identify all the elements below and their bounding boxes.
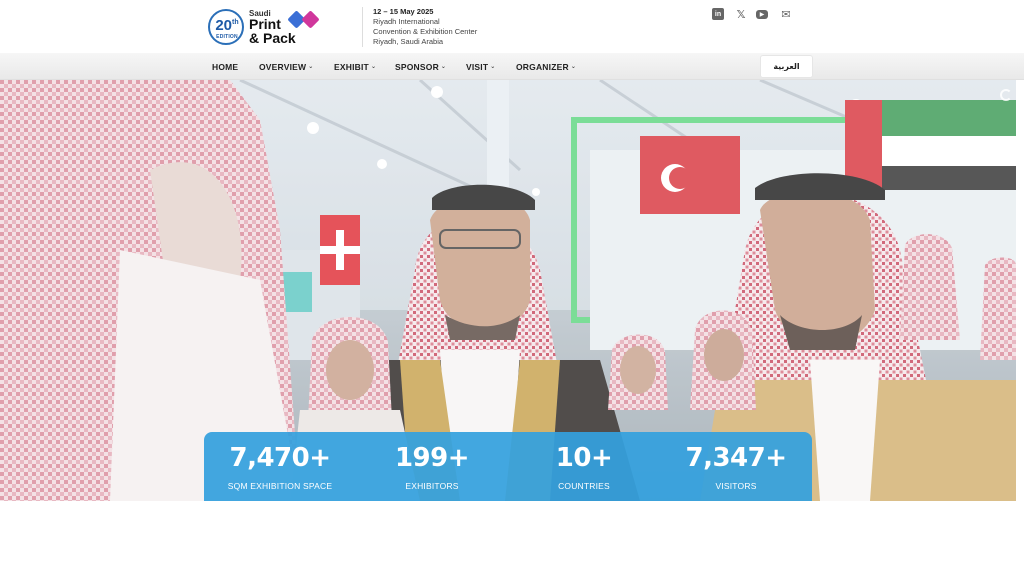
stat-label: SQM EXHIBITION SPACE: [227, 481, 333, 491]
chevron-down-icon: ⌄: [490, 64, 496, 70]
logo-print: Print: [249, 16, 281, 32]
venue-line: Convention & Exhibition Center: [373, 27, 478, 36]
nav-item-overview[interactable]: OVERVIEW ⌄: [259, 53, 314, 80]
stat-value: 7,470+: [229, 443, 331, 473]
edition-badge: 20th EDITION: [208, 9, 244, 45]
venue-line: Riyadh, Saudi Arabia: [373, 37, 444, 46]
nav-label: HOME: [212, 61, 239, 72]
chevron-down-icon: ⌄: [308, 64, 314, 70]
nav-label: ORGANIZER: [516, 61, 569, 72]
nav-item-visit[interactable]: VISIT ⌄: [466, 53, 496, 80]
stat-value: 7,347+: [685, 443, 787, 473]
stat-countries: 10+ COUNTRIES: [508, 432, 660, 501]
nav-label: SPONSOR: [395, 61, 439, 72]
stat-visitors: 7,347+ VISITORS: [660, 432, 812, 501]
logo-pack: & Pack: [249, 30, 296, 46]
stat-exhibition-space: 7,470+ SQM EXHIBITION SPACE: [204, 432, 356, 501]
stat-exhibitors: 199+ EXHIBITORS: [356, 432, 508, 501]
site-header: 20th EDITION Saudi Print & Pack 12 – 15 …: [0, 0, 1024, 53]
nav-item-organizer[interactable]: ORGANIZER ⌄: [516, 53, 576, 80]
site-logo[interactable]: 20th EDITION Saudi Print & Pack: [208, 8, 320, 46]
edition-word: EDITION: [216, 34, 238, 40]
event-info: 12 – 15 May 2025 Riyadh International Co…: [362, 7, 477, 47]
stat-value: 10+: [555, 443, 613, 473]
chevron-down-icon: ⌄: [570, 64, 577, 70]
stat-label: COUNTRIES: [558, 481, 610, 491]
nav-label: EXHIBIT: [334, 61, 369, 72]
loading-spinner-icon: [1000, 89, 1012, 101]
main-nav: HOME OVERVIEW ⌄ EXHIBIT ⌄ SPONSOR ⌄ VISIT ⌄ …: [0, 53, 1024, 80]
mail-icon[interactable]: ✉: [780, 8, 792, 21]
linkedin-icon[interactable]: in: [712, 8, 724, 20]
edition-number: 20: [215, 17, 233, 34]
youtube-icon[interactable]: ▶: [756, 9, 768, 19]
venue-line: Riyadh International: [373, 17, 440, 26]
hero-banner: 7,470+ SQM EXHIBITION SPACE 199+ EXHIBIT…: [0, 80, 1016, 501]
chevron-down-icon: ⌄: [370, 64, 377, 70]
stats-panel: 7,470+ SQM EXHIBITION SPACE 199+ EXHIBIT…: [204, 432, 812, 501]
chevron-down-icon: ⌄: [440, 64, 447, 70]
stat-label: EXHIBITORS: [405, 481, 459, 491]
stat-label: VISITORS: [715, 481, 757, 491]
language-switch-button[interactable]: العربية: [761, 56, 812, 77]
nav-label: OVERVIEW: [259, 61, 307, 72]
nav-label: VISIT: [466, 61, 489, 72]
nav-item-home[interactable]: HOME: [212, 53, 238, 80]
x-icon[interactable]: 𝕏: [735, 8, 747, 21]
stat-value: 199+: [394, 443, 470, 473]
event-date: 12 – 15 May 2025: [373, 7, 434, 16]
edition-suffix: th: [232, 19, 239, 26]
logo-cube-magenta-icon: [301, 10, 320, 29]
nav-item-sponsor[interactable]: SPONSOR ⌄: [395, 53, 446, 80]
nav-item-exhibit[interactable]: EXHIBIT ⌄: [334, 53, 376, 80]
